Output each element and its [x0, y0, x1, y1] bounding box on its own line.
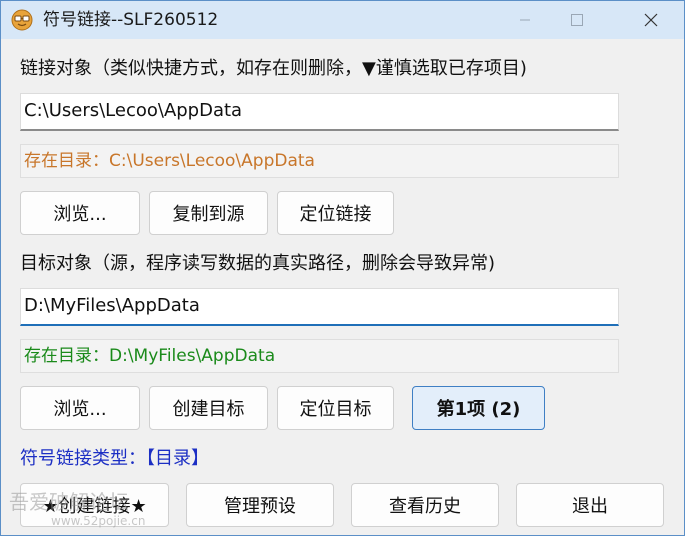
- target-status-text: 存在目录：D:\MyFiles\AppData: [20, 339, 619, 373]
- maximize-icon: [570, 13, 584, 27]
- window-title: 符号链接--SLF260512: [43, 10, 219, 30]
- exit-button[interactable]: 退出: [516, 483, 664, 527]
- close-icon: [644, 13, 658, 27]
- create-link-button[interactable]: ★创建链接★: [20, 483, 169, 527]
- target-status-value: 存在目录：D:\MyFiles\AppData: [24, 346, 276, 366]
- locate-link-button[interactable]: 定位链接: [277, 191, 394, 235]
- locate-target-button[interactable]: 定位目标: [277, 386, 394, 430]
- target-path-input[interactable]: D:\MyFiles\AppData: [20, 288, 619, 326]
- minimize-icon: [519, 14, 531, 26]
- target-browse-button[interactable]: 浏览...: [20, 386, 140, 430]
- app-icon: [11, 9, 33, 31]
- link-type-text: 符号链接类型：【目录】: [20, 448, 209, 469]
- link-object-label: 链接对象（类似快捷方式，如存在则删除，▼谨慎选取已存项目): [20, 58, 527, 79]
- minimize-button[interactable]: [502, 1, 548, 39]
- title-bar[interactable]: 符号链接--SLF260512: [1, 1, 684, 39]
- view-history-button[interactable]: 查看历史: [351, 483, 499, 527]
- link-status-text: 存在目录：C:\Users\Lecoo\AppData: [20, 144, 619, 178]
- manage-presets-button[interactable]: 管理预设: [186, 483, 334, 527]
- maximize-button[interactable]: [554, 1, 600, 39]
- close-button[interactable]: [628, 1, 674, 39]
- create-target-button[interactable]: 创建目标: [149, 386, 268, 430]
- target-object-label: 目标对象（源，程序读写数据的真实路径，删除会导致异常): [20, 253, 496, 274]
- item-selector-button[interactable]: 第1项 (2): [412, 386, 545, 430]
- link-path-input[interactable]: C:\Users\Lecoo\AppData: [20, 93, 619, 131]
- link-status-value: 存在目录：C:\Users\Lecoo\AppData: [24, 151, 315, 171]
- app-window: 符号链接--SLF260512 链接对象（类似快捷方式，如存在则删除，▼谨慎选取…: [0, 0, 685, 536]
- main-content: 链接对象（类似快捷方式，如存在则删除，▼谨慎选取已存项目) C:\Users\L…: [1, 39, 684, 535]
- copy-to-source-button[interactable]: 复制到源: [149, 191, 268, 235]
- link-browse-button[interactable]: 浏览...: [20, 191, 140, 235]
